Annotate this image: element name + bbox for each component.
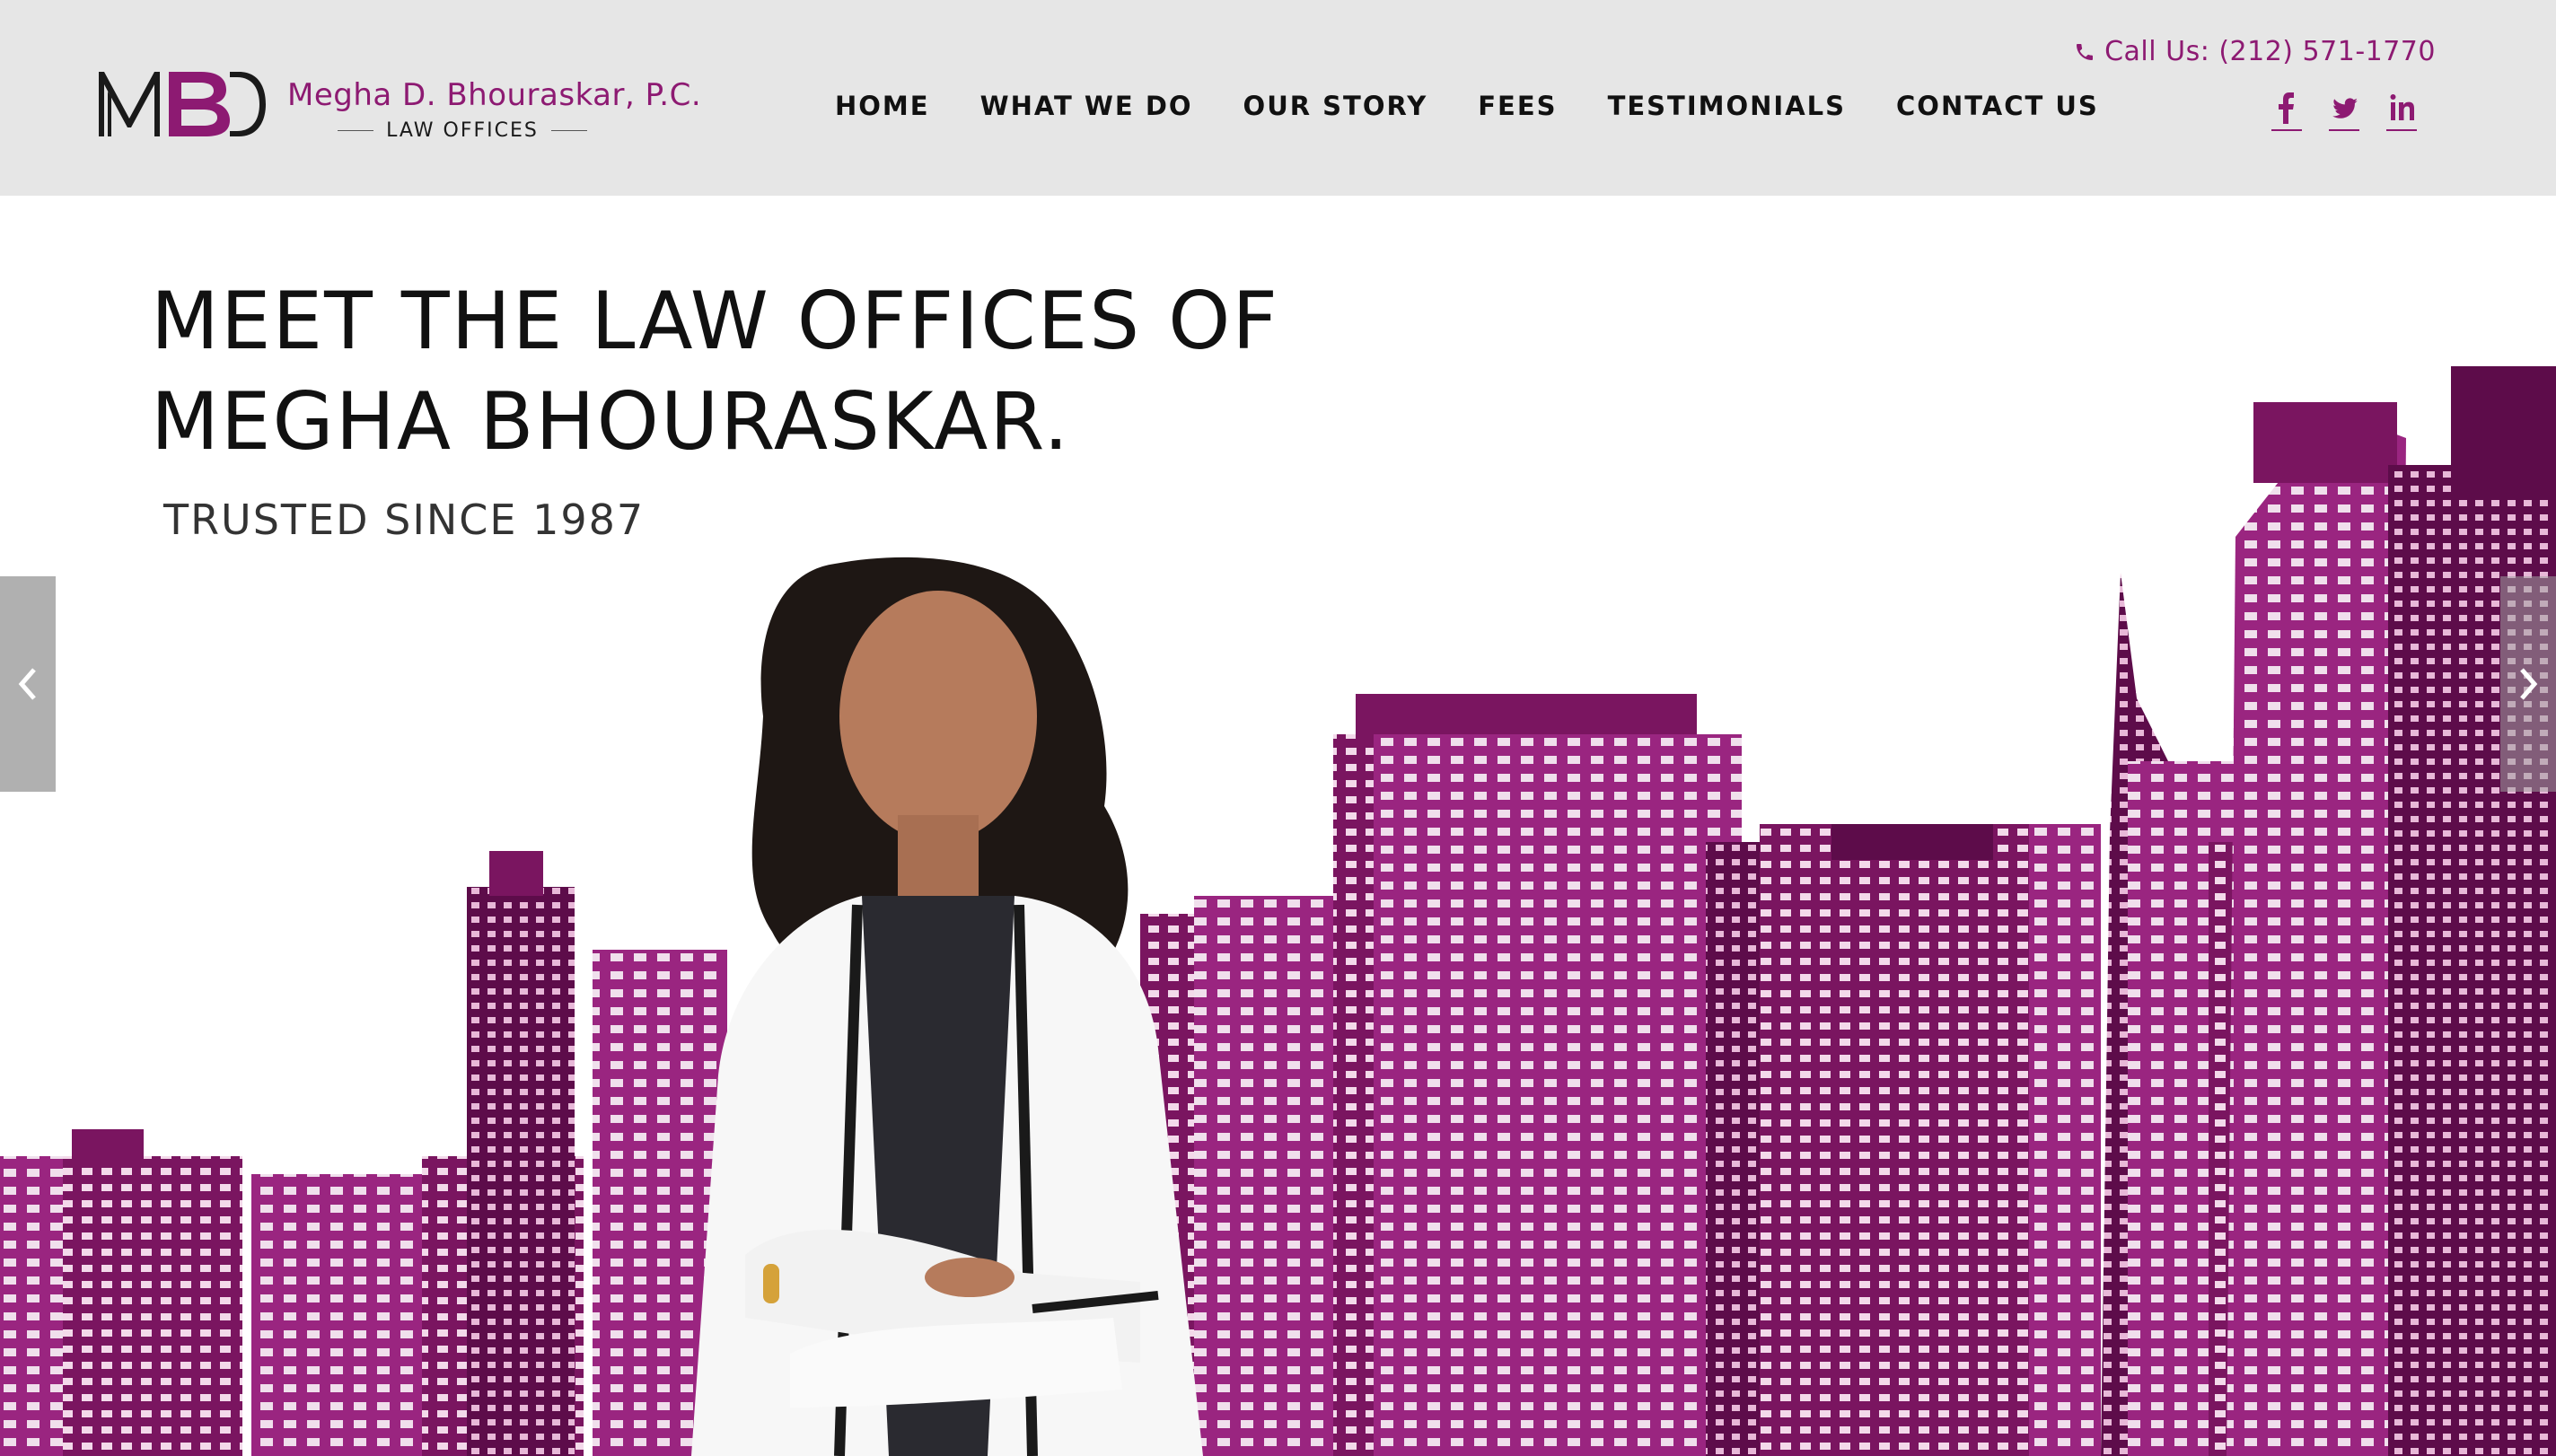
chevron-left-icon: [18, 668, 36, 700]
facebook-link[interactable]: [2271, 88, 2302, 131]
social-links: [2271, 88, 2444, 131]
brand-subtitle-text: LAW OFFICES: [386, 118, 539, 142]
hero-subtitle: TRUSTED SINCE 1987: [163, 496, 646, 544]
brand-subtitle: LAW OFFICES: [325, 117, 600, 144]
slider-prev-button[interactable]: [0, 576, 56, 792]
brand-name: Megha D. Bhouraskar, P.C.: [287, 77, 702, 113]
call-us-text: Call Us: (212) 571-1770: [2104, 36, 2436, 67]
twitter-icon: [2332, 98, 2358, 118]
facebook-icon: [2279, 92, 2294, 124]
linkedin-icon: [2390, 94, 2414, 120]
nav-what-we-do[interactable]: WHAT WE DO: [980, 86, 1193, 126]
hero-title: MEET THE LAW OFFICES OF MEGHA BHOURASKAR…: [151, 271, 1498, 472]
nav-testimonials[interactable]: TESTIMONIALS: [1608, 86, 1846, 126]
linkedin-link[interactable]: [2386, 88, 2417, 131]
twitter-link[interactable]: [2329, 88, 2359, 131]
site-header: Megha D. Bhouraskar, P.C. LAW OFFICES HO…: [0, 0, 2556, 196]
hero-slider: MEET THE LAW OFFICES OF MEGHA BHOURASKAR…: [0, 196, 2556, 1456]
hero-title-line-1: MEET THE LAW OFFICES OF: [151, 275, 1279, 367]
nav-fees[interactable]: FEES: [1478, 86, 1557, 126]
nav-our-story[interactable]: OUR STORY: [1243, 86, 1428, 126]
call-us-link[interactable]: Call Us: (212) 571-1770: [2074, 36, 2436, 67]
mbd-monogram-logo: [99, 72, 266, 136]
phone-icon: [2077, 43, 2094, 60]
nav-contact-us[interactable]: CONTACT US: [1896, 86, 2099, 126]
nav-home[interactable]: HOME: [835, 86, 930, 126]
hero-title-line-2: MEGHA BHOURASKAR.: [151, 375, 1071, 468]
chevron-right-icon: [2520, 668, 2538, 700]
brand-logo[interactable]: Megha D. Bhouraskar, P.C. LAW OFFICES: [95, 65, 715, 145]
main-nav: HOME WHAT WE DO OUR STORY FEES TESTIMONI…: [835, 86, 2149, 126]
slider-next-button[interactable]: [2500, 576, 2556, 792]
